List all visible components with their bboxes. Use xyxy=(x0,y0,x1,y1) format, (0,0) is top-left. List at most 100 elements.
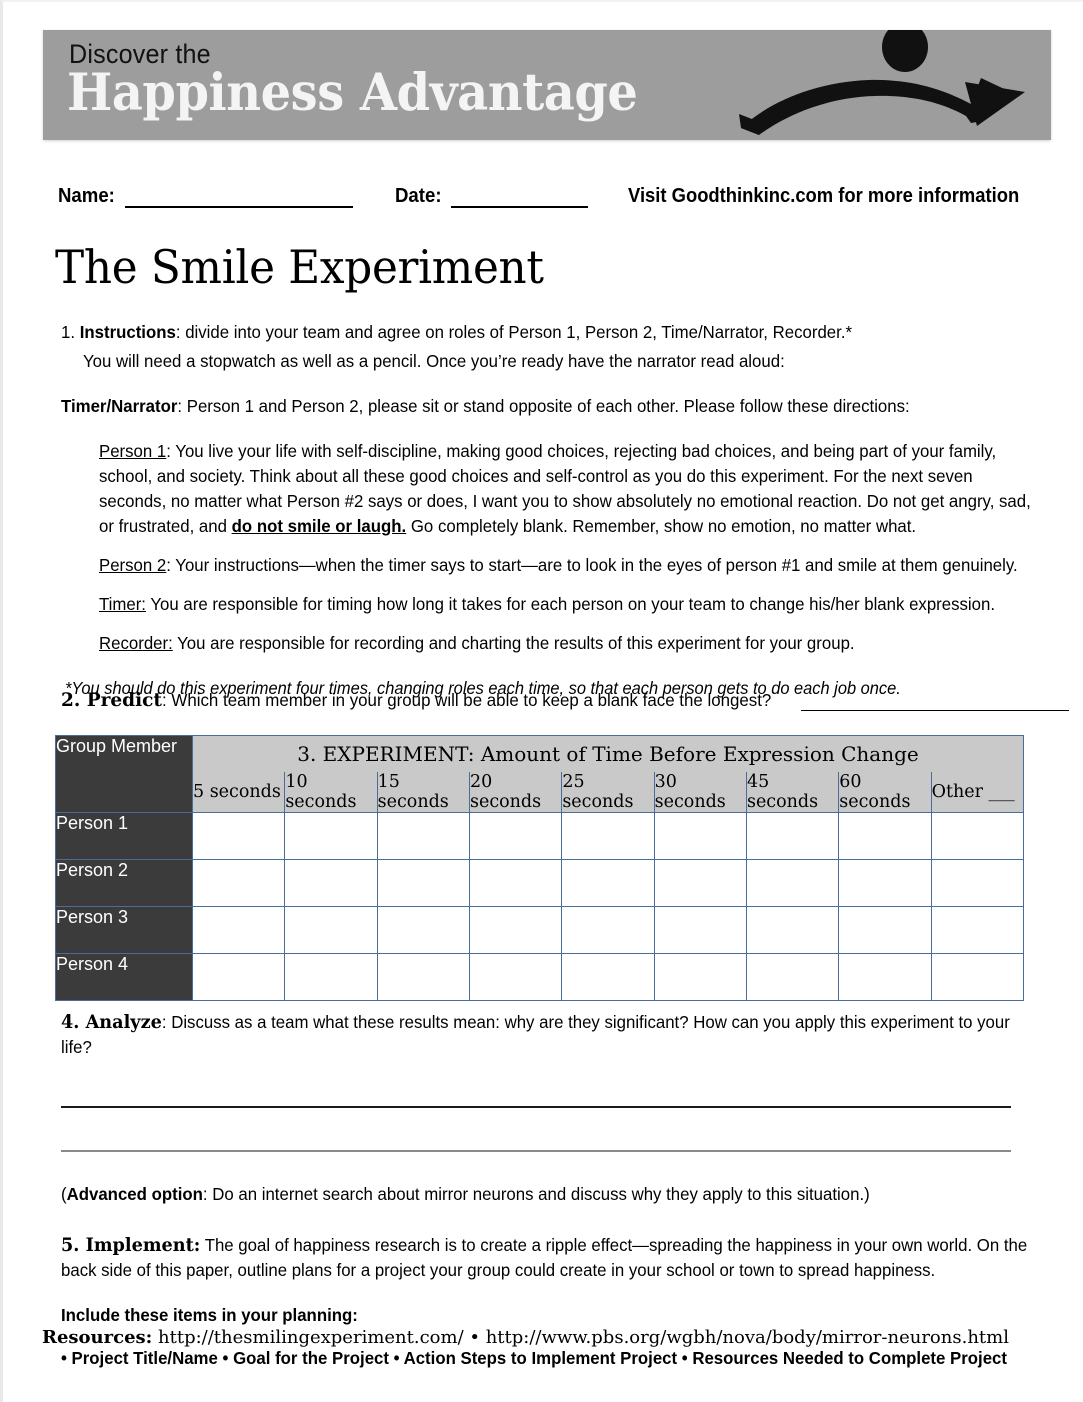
cell-p3-10s[interactable] xyxy=(284,906,378,954)
recorder-text: You are responsible for recording and ch… xyxy=(172,633,855,653)
instructions-line-2: You will need a stopwatch as well as a p… xyxy=(83,351,785,371)
cell-p2-25s[interactable] xyxy=(561,859,655,907)
timer-paragraph: Timer: You are responsible for timing ho… xyxy=(99,592,1043,617)
table-row: Person 3 xyxy=(55,906,1025,954)
resources-footer: Resources: http://thesmilingexperiment.c… xyxy=(3,1327,1048,1348)
narrator-text: : Person 1 and Person 2, please sit or s… xyxy=(177,396,910,416)
include-heading: Include these items in your planning: xyxy=(61,1305,358,1325)
smile-arrow-icon xyxy=(739,30,1025,135)
cell-p3-other[interactable] xyxy=(930,906,1025,954)
col-header-5s: 5 seconds xyxy=(191,772,286,813)
table-row: Person 4 xyxy=(55,953,1025,1001)
cell-p2-5s[interactable] xyxy=(191,859,286,907)
cell-p3-20s[interactable] xyxy=(468,906,563,954)
cell-p4-20s[interactable] xyxy=(468,953,563,1001)
resources-urls[interactable]: http://thesmilingexperiment.com/ • http:… xyxy=(152,1327,1009,1348)
cell-p1-15s[interactable] xyxy=(376,812,470,860)
col-header-other: Other ___ xyxy=(930,772,1025,813)
col-header-45s: 45 seconds xyxy=(745,772,840,813)
banner-title: Happiness Advantage xyxy=(67,63,638,123)
col-header-20s: 20 seconds xyxy=(468,772,563,813)
cell-p4-10s[interactable] xyxy=(284,953,378,1001)
resources-label: Resources: xyxy=(42,1327,153,1348)
cell-p2-15s[interactable] xyxy=(376,859,470,907)
cell-p1-25s[interactable] xyxy=(561,812,655,860)
cell-p1-5s[interactable] xyxy=(191,812,286,860)
header-banner: Discover the Happiness Advantage xyxy=(43,30,1051,140)
implement-paragraph: 5. Implement: The goal of happiness rese… xyxy=(61,1233,1041,1283)
cell-p1-30s[interactable] xyxy=(653,812,747,860)
instructions-number: 1. xyxy=(61,322,76,342)
page-title: The Smile Experiment xyxy=(55,240,544,294)
col-header-15s: 15 seconds xyxy=(376,772,470,813)
cell-p1-other[interactable] xyxy=(930,812,1025,860)
cell-p3-15s[interactable] xyxy=(376,906,470,954)
cell-p4-30s[interactable] xyxy=(653,953,747,1001)
cell-p2-20s[interactable] xyxy=(468,859,563,907)
date-input-line[interactable] xyxy=(451,189,588,208)
name-label: Name: xyxy=(58,185,115,207)
cell-p4-5s[interactable] xyxy=(191,953,286,1001)
cell-p3-25s[interactable] xyxy=(561,906,655,954)
timer-text: You are responsible for timing how long … xyxy=(145,594,995,614)
cell-p2-45s[interactable] xyxy=(745,859,840,907)
cell-p2-10s[interactable] xyxy=(284,859,378,907)
row-label-person-4: Person 4 xyxy=(55,953,193,1001)
advanced-option-label: Advanced option xyxy=(66,1184,203,1204)
cell-p2-60s[interactable] xyxy=(838,859,932,907)
cell-p4-other[interactable] xyxy=(930,953,1025,1001)
timer-label: Timer: xyxy=(99,594,146,614)
col-header-60s: 60 seconds xyxy=(838,772,932,813)
cell-p3-5s[interactable] xyxy=(191,906,286,954)
instructions-label: Instructions xyxy=(79,322,176,342)
row-label-person-2: Person 2 xyxy=(55,859,193,907)
cell-p2-30s[interactable] xyxy=(653,859,747,907)
cell-p1-60s[interactable] xyxy=(838,812,932,860)
table-header-row-1: Group Member 3. EXPERIMENT: Amount of Ti… xyxy=(55,735,1024,813)
person1-text-b: Go completely blank. Remember, show no e… xyxy=(406,516,917,536)
cell-p3-60s[interactable] xyxy=(838,906,932,954)
person1-label: Person 1 xyxy=(99,441,167,461)
predict-text: : Which team member in your group will b… xyxy=(161,690,772,710)
cell-p4-60s[interactable] xyxy=(838,953,932,1001)
table-row: Person 2 xyxy=(55,859,1025,907)
person1-paragraph: Person 1: You live your life with self-d… xyxy=(99,439,1043,539)
col-header-30s: 30 seconds xyxy=(653,772,747,813)
visit-website-text: Visit Goodthinkinc.com for more informat… xyxy=(627,185,1020,207)
predict-label: 2. Predict xyxy=(61,690,162,711)
cell-p2-other[interactable] xyxy=(930,859,1025,907)
narrator-line: Timer/Narrator: Person 1 and Person 2, p… xyxy=(61,394,1041,419)
planning-bullets: • Project Title/Name • Goal for the Proj… xyxy=(61,1348,1008,1368)
analyze-label: 4. Analyze xyxy=(61,1012,162,1033)
cell-p4-25s[interactable] xyxy=(561,953,655,1001)
lower-sections: 4. Analyze: Discuss as a team what these… xyxy=(61,1010,1041,1369)
cell-p1-20s[interactable] xyxy=(468,812,563,860)
implement-label: 5. Implement: xyxy=(61,1235,201,1256)
instructions-section: 1. Instructions: divide into your team a… xyxy=(61,320,1041,705)
cell-p1-10s[interactable] xyxy=(284,812,378,860)
table-header-row-2: 5 seconds 10 seconds 15 seconds 20 secon… xyxy=(56,772,1025,813)
cell-p4-45s[interactable] xyxy=(745,953,840,1001)
predict-input-line[interactable] xyxy=(800,695,1069,711)
recorder-label: Recorder: xyxy=(99,633,173,653)
person1-emphasis: do not smile or laugh. xyxy=(231,516,407,536)
experiment-table: Group Member 3. EXPERIMENT: Amount of Ti… xyxy=(55,735,1025,1001)
cell-p4-15s[interactable] xyxy=(376,953,470,1001)
cell-p3-30s[interactable] xyxy=(653,906,747,954)
row-label-person-1: Person 1 xyxy=(55,812,193,860)
name-input-line[interactable] xyxy=(125,189,354,208)
recorder-paragraph: Recorder: You are responsible for record… xyxy=(99,631,1043,656)
implement-text: The goal of happiness research is to cre… xyxy=(61,1235,1028,1280)
person2-paragraph: Person 2: Your instructions—when the tim… xyxy=(99,553,1043,578)
advanced-option-line: (Advanced option: Do an internet search … xyxy=(61,1182,1041,1207)
cell-p1-45s[interactable] xyxy=(745,812,840,860)
cell-p3-45s[interactable] xyxy=(745,906,840,954)
table-span-header: 3. EXPERIMENT: Amount of Time Before Exp… xyxy=(192,735,1024,772)
